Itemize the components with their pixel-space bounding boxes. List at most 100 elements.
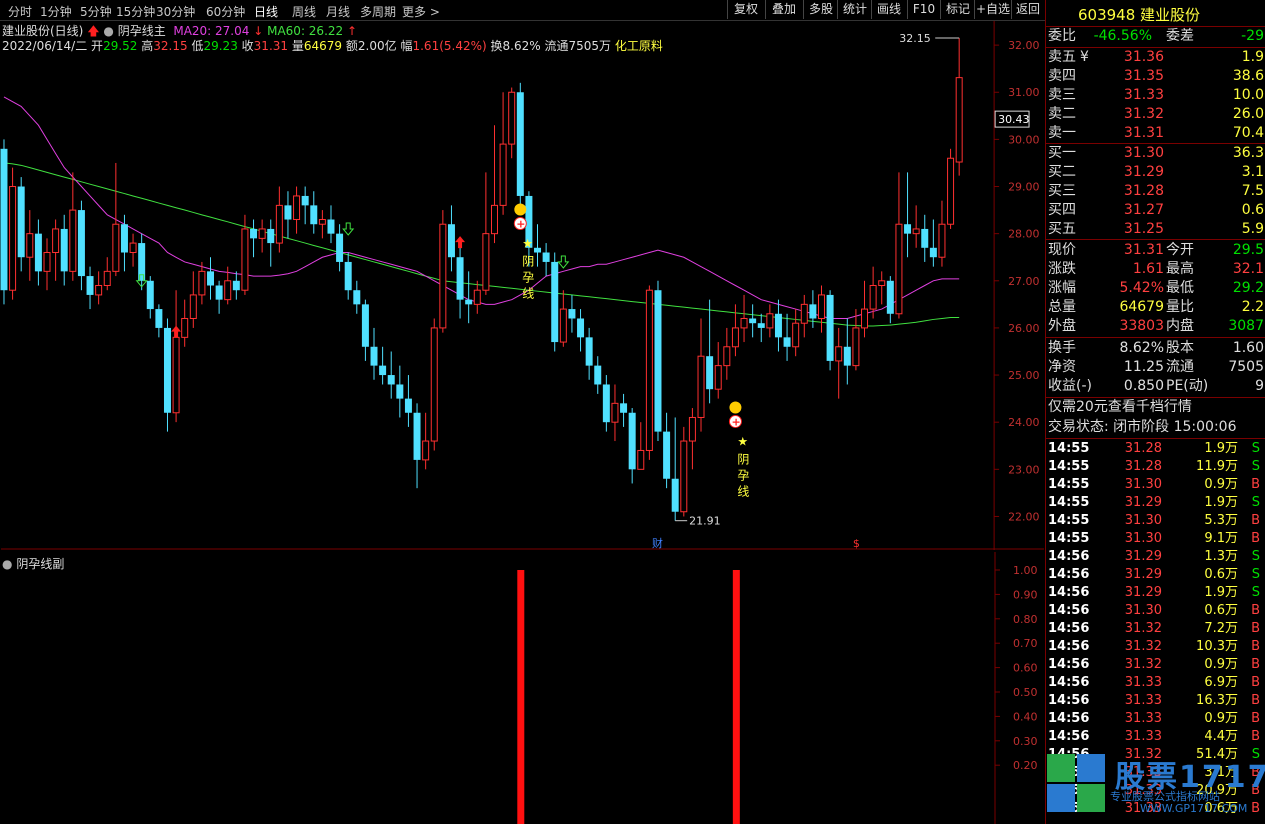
ask-row[interactable]: 卖五 31.36 1.9 ¥ xyxy=(1048,48,1264,67)
period-tab-7[interactable]: 周线 xyxy=(292,3,316,20)
tick-price: 31.33 xyxy=(1124,693,1162,708)
bid-price: 31.30 xyxy=(1123,145,1164,161)
stat-value: 11.25 xyxy=(1123,359,1164,375)
candle-body-down xyxy=(404,398,412,413)
weibi-value: -46.56% xyxy=(1093,28,1152,44)
ask-label: 卖一 xyxy=(1048,125,1076,141)
tick-side: S xyxy=(1251,567,1260,582)
tick-row: 14:56 31.32 7.2万 B xyxy=(1048,620,1264,638)
stat-label-2: 最低 xyxy=(1166,280,1194,296)
ask-volume: 26.0 xyxy=(1232,106,1264,122)
tick-row: 14:55 31.28 1.9万 S xyxy=(1048,440,1264,458)
toolbar-button-5[interactable]: F10 xyxy=(907,0,940,19)
sub-indicator-chart[interactable]: 1.00 0.90 0.80 0.70 0.60 0.50 0.40 0.30 0.20 xyxy=(0,552,1045,824)
candle-body-up xyxy=(439,223,447,329)
stat-value-2: 2.2 xyxy=(1241,299,1264,315)
toolbar-button-2[interactable]: 多股 xyxy=(803,0,838,19)
ask-row[interactable]: 卖一 31.31 70.4 xyxy=(1048,124,1264,143)
tick-volume: 10.3万 xyxy=(1196,639,1238,654)
kline-chart[interactable]: 32.00 31.00 30.00 29.00 28.00 27.00 26.00 25.00… xyxy=(0,21,1045,550)
candle-body-up xyxy=(947,157,955,225)
period-tab-6[interactable]: 日线 xyxy=(254,3,278,20)
pattern-label-char: 线 xyxy=(737,484,749,498)
toolbar-button-6[interactable]: 标记 xyxy=(940,0,975,19)
signal-bar xyxy=(732,570,740,824)
bid-row[interactable]: 买五 31.25 5.9 xyxy=(1048,220,1264,239)
toolbar-button-4[interactable]: 画线 xyxy=(871,0,906,19)
candle-body-down xyxy=(774,313,782,338)
stat-row: 现价 31.31 今开 29.5 xyxy=(1048,241,1264,260)
toolbar-button-3[interactable]: 统计 xyxy=(837,0,872,19)
ask-price: 31.32 xyxy=(1123,106,1164,122)
candle-body-down xyxy=(344,261,352,291)
period-tab-0[interactable]: 分时 xyxy=(8,3,32,20)
promo-link[interactable]: 仅需20元查看千档行情 xyxy=(1048,398,1264,417)
stat-value: 64679 xyxy=(1119,299,1164,315)
candle-body-up xyxy=(835,346,843,362)
tick-volume: 0.9万 xyxy=(1204,657,1238,672)
stat-row: 涨跌 1.61 最高 32.1 xyxy=(1048,260,1264,279)
bid-row[interactable]: 买二 31.29 3.1 xyxy=(1048,163,1264,182)
toolbar-button-8[interactable]: 返回 xyxy=(1011,0,1044,19)
period-tab-10[interactable]: 更多 > xyxy=(402,3,440,20)
toolbar-button-1[interactable]: 叠加 xyxy=(765,0,802,19)
bid-volume: 0.6 xyxy=(1241,202,1264,218)
ask-row[interactable]: 卖三 31.33 10.0 xyxy=(1048,86,1264,105)
plus-glyph: + xyxy=(516,217,525,230)
sub-tick-label: 0.90 xyxy=(1013,588,1038,601)
sub-title: ● 阴孕线副 xyxy=(2,555,64,572)
period-tab-8[interactable]: 月线 xyxy=(326,3,350,20)
tick-volume: 7.2万 xyxy=(1204,621,1238,636)
tick-volume: 0.6万 xyxy=(1204,603,1238,618)
tick-price: 31.33 xyxy=(1124,711,1162,726)
stat-label: 净资 xyxy=(1048,359,1076,375)
stat-row: 总量 64679 量比 2.2 xyxy=(1048,298,1264,317)
tick-side: B xyxy=(1251,477,1260,492)
toolbar-button-7[interactable]: +自选 xyxy=(974,0,1011,19)
sub-tick-label: 1.00 xyxy=(1013,564,1038,577)
candle-body-up xyxy=(422,440,430,461)
pattern-label-char: 阴 xyxy=(522,254,534,268)
signal-bar xyxy=(517,570,525,824)
sub-toggle-icon[interactable]: ● xyxy=(2,557,12,571)
tick-price: 31.30 xyxy=(1124,531,1162,546)
tick-row: 14:56 31.33 0.9万 B xyxy=(1048,710,1264,728)
ask-row[interactable]: 卖二 31.32 26.0 xyxy=(1048,105,1264,124)
candle-body-down xyxy=(577,318,585,338)
period-tab-9[interactable]: 多周期 xyxy=(360,3,396,20)
sub-tick-label: 0.50 xyxy=(1013,686,1038,699)
period-tab-3[interactable]: 15分钟 xyxy=(116,3,155,20)
candle-body-up xyxy=(878,280,886,286)
candle-body-down xyxy=(602,384,610,423)
stat-label: 涨跌 xyxy=(1048,261,1076,277)
toolbar-button-0[interactable]: 复权 xyxy=(727,0,764,19)
bid-row[interactable]: 买四 31.27 0.6 xyxy=(1048,201,1264,220)
tick-price: 31.30 xyxy=(1124,477,1162,492)
stat-value-2: 32.1 xyxy=(1232,261,1264,277)
tick-time: 14:56 xyxy=(1048,657,1090,672)
tick-time: 14:56 xyxy=(1048,621,1090,636)
candle-body-down xyxy=(336,233,344,262)
candle-body-up xyxy=(723,346,731,367)
ask-volume: 38.6 xyxy=(1232,68,1264,84)
tick-price: 31.29 xyxy=(1124,585,1162,600)
candle-body-up xyxy=(792,322,800,348)
ask-row[interactable]: 卖四 31.35 38.6 xyxy=(1048,67,1264,86)
finance-marker[interactable]: 财 xyxy=(652,536,663,550)
tick-row: 14:55 31.30 9.1万 B xyxy=(1048,530,1264,548)
bid-row[interactable]: 买三 31.28 7.5 xyxy=(1048,182,1264,201)
candle-body-up xyxy=(766,313,774,329)
tick-time: 14:56 xyxy=(1048,729,1090,744)
tick-side: B xyxy=(1251,711,1260,726)
period-tab-4[interactable]: 30分钟 xyxy=(156,3,195,20)
candle-body-up xyxy=(318,219,326,225)
dividend-marker[interactable]: $ xyxy=(853,537,860,550)
period-tab-2[interactable]: 5分钟 xyxy=(80,3,112,20)
sub-tick-label: 0.30 xyxy=(1013,735,1038,748)
period-tab-5[interactable]: 60分钟 xyxy=(206,3,245,20)
tick-row: 14:55 31.30 5.3万 B xyxy=(1048,512,1264,530)
quote-panel: 603948 建业股份 委比 -46.56% 委差 -29 卖五 31.36 1.9… xyxy=(1045,0,1265,824)
period-tab-1[interactable]: 1分钟 xyxy=(40,3,72,20)
bid-row[interactable]: 买一 31.30 36.3 xyxy=(1048,144,1264,163)
candle-body-down xyxy=(749,318,757,324)
